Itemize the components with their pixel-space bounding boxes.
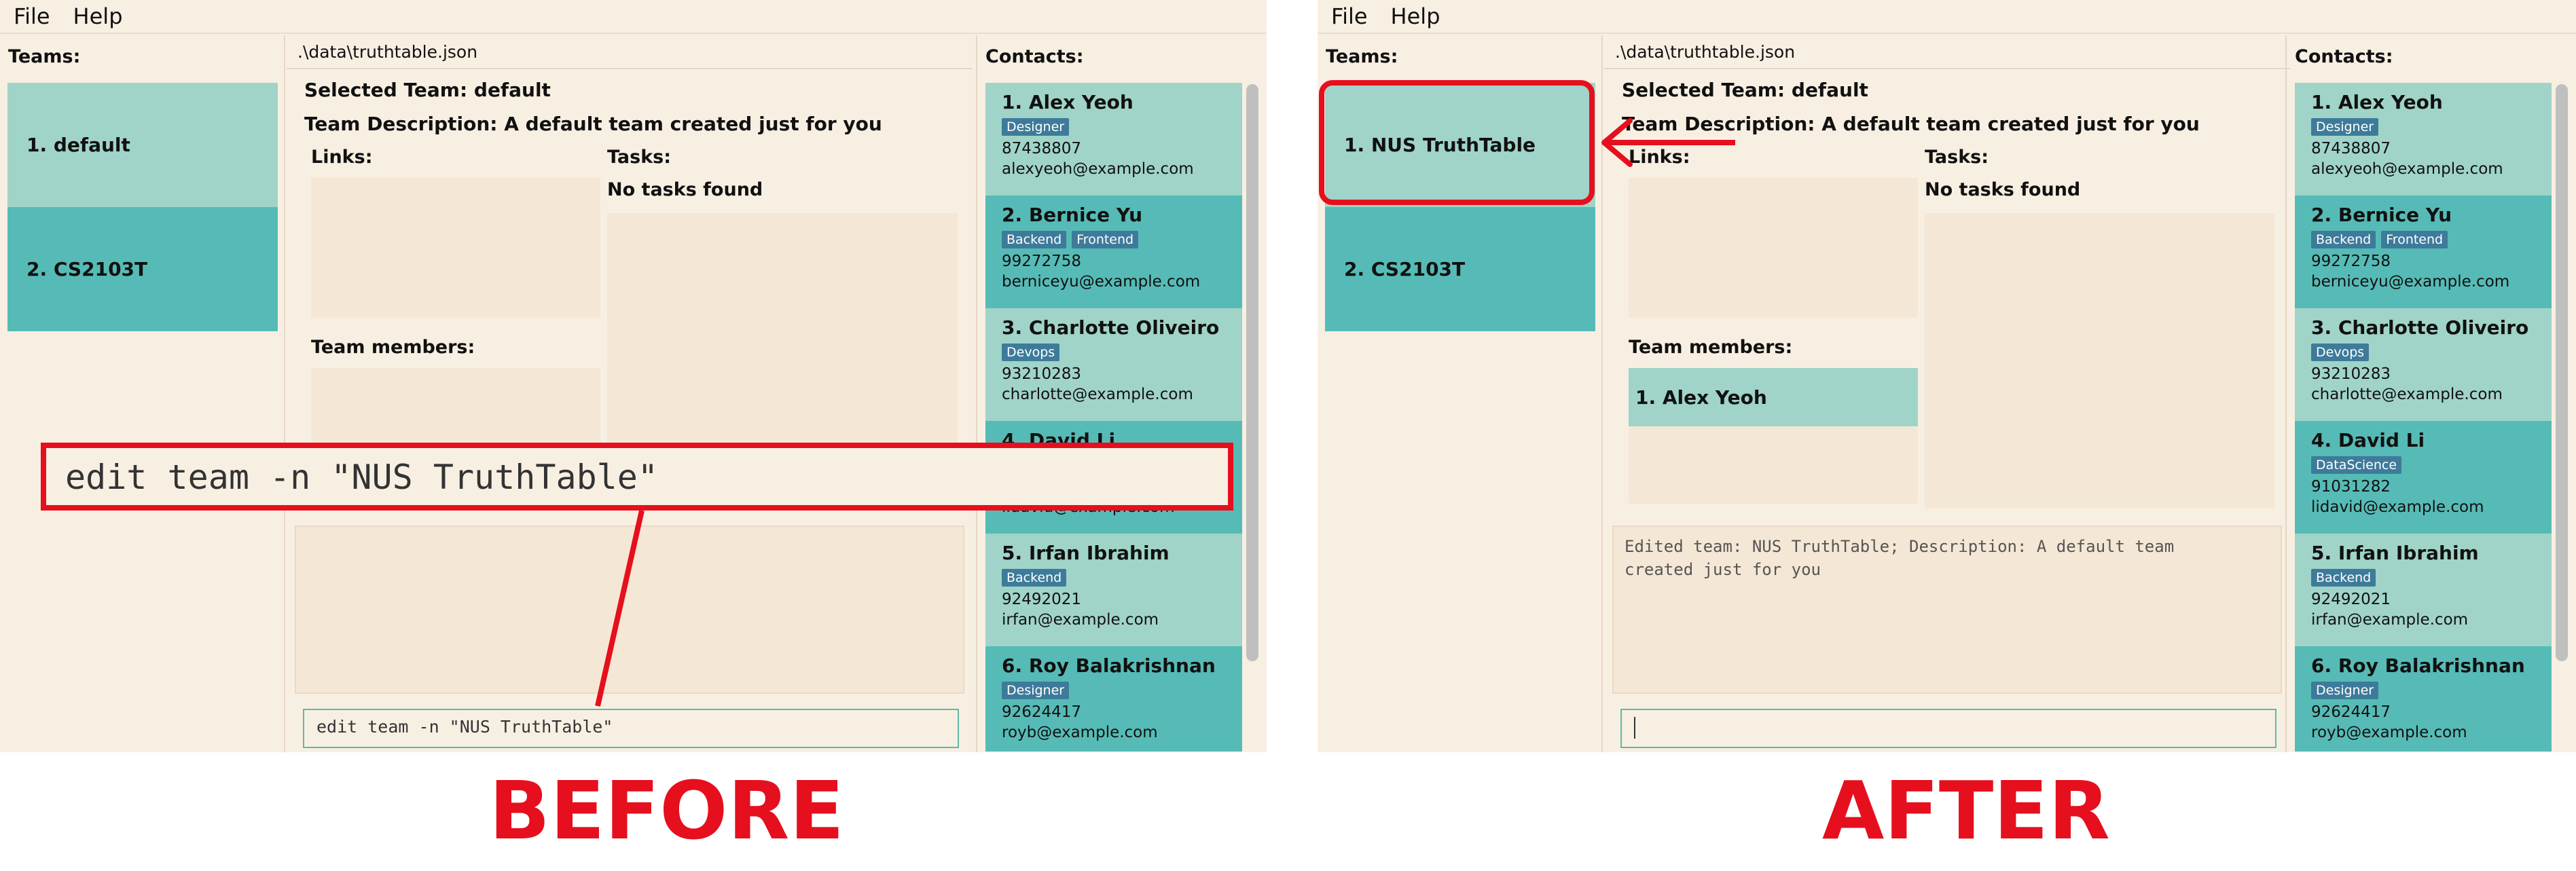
- after-caption: AFTER: [1822, 764, 2110, 857]
- before-caption: BEFORE: [489, 764, 844, 857]
- team-highlight-box: [1319, 80, 1595, 205]
- callout-line: [595, 510, 645, 707]
- callout-command: edit team -n "NUS TruthTable": [41, 443, 1233, 511]
- annotation-layer: [595, 118, 1735, 707]
